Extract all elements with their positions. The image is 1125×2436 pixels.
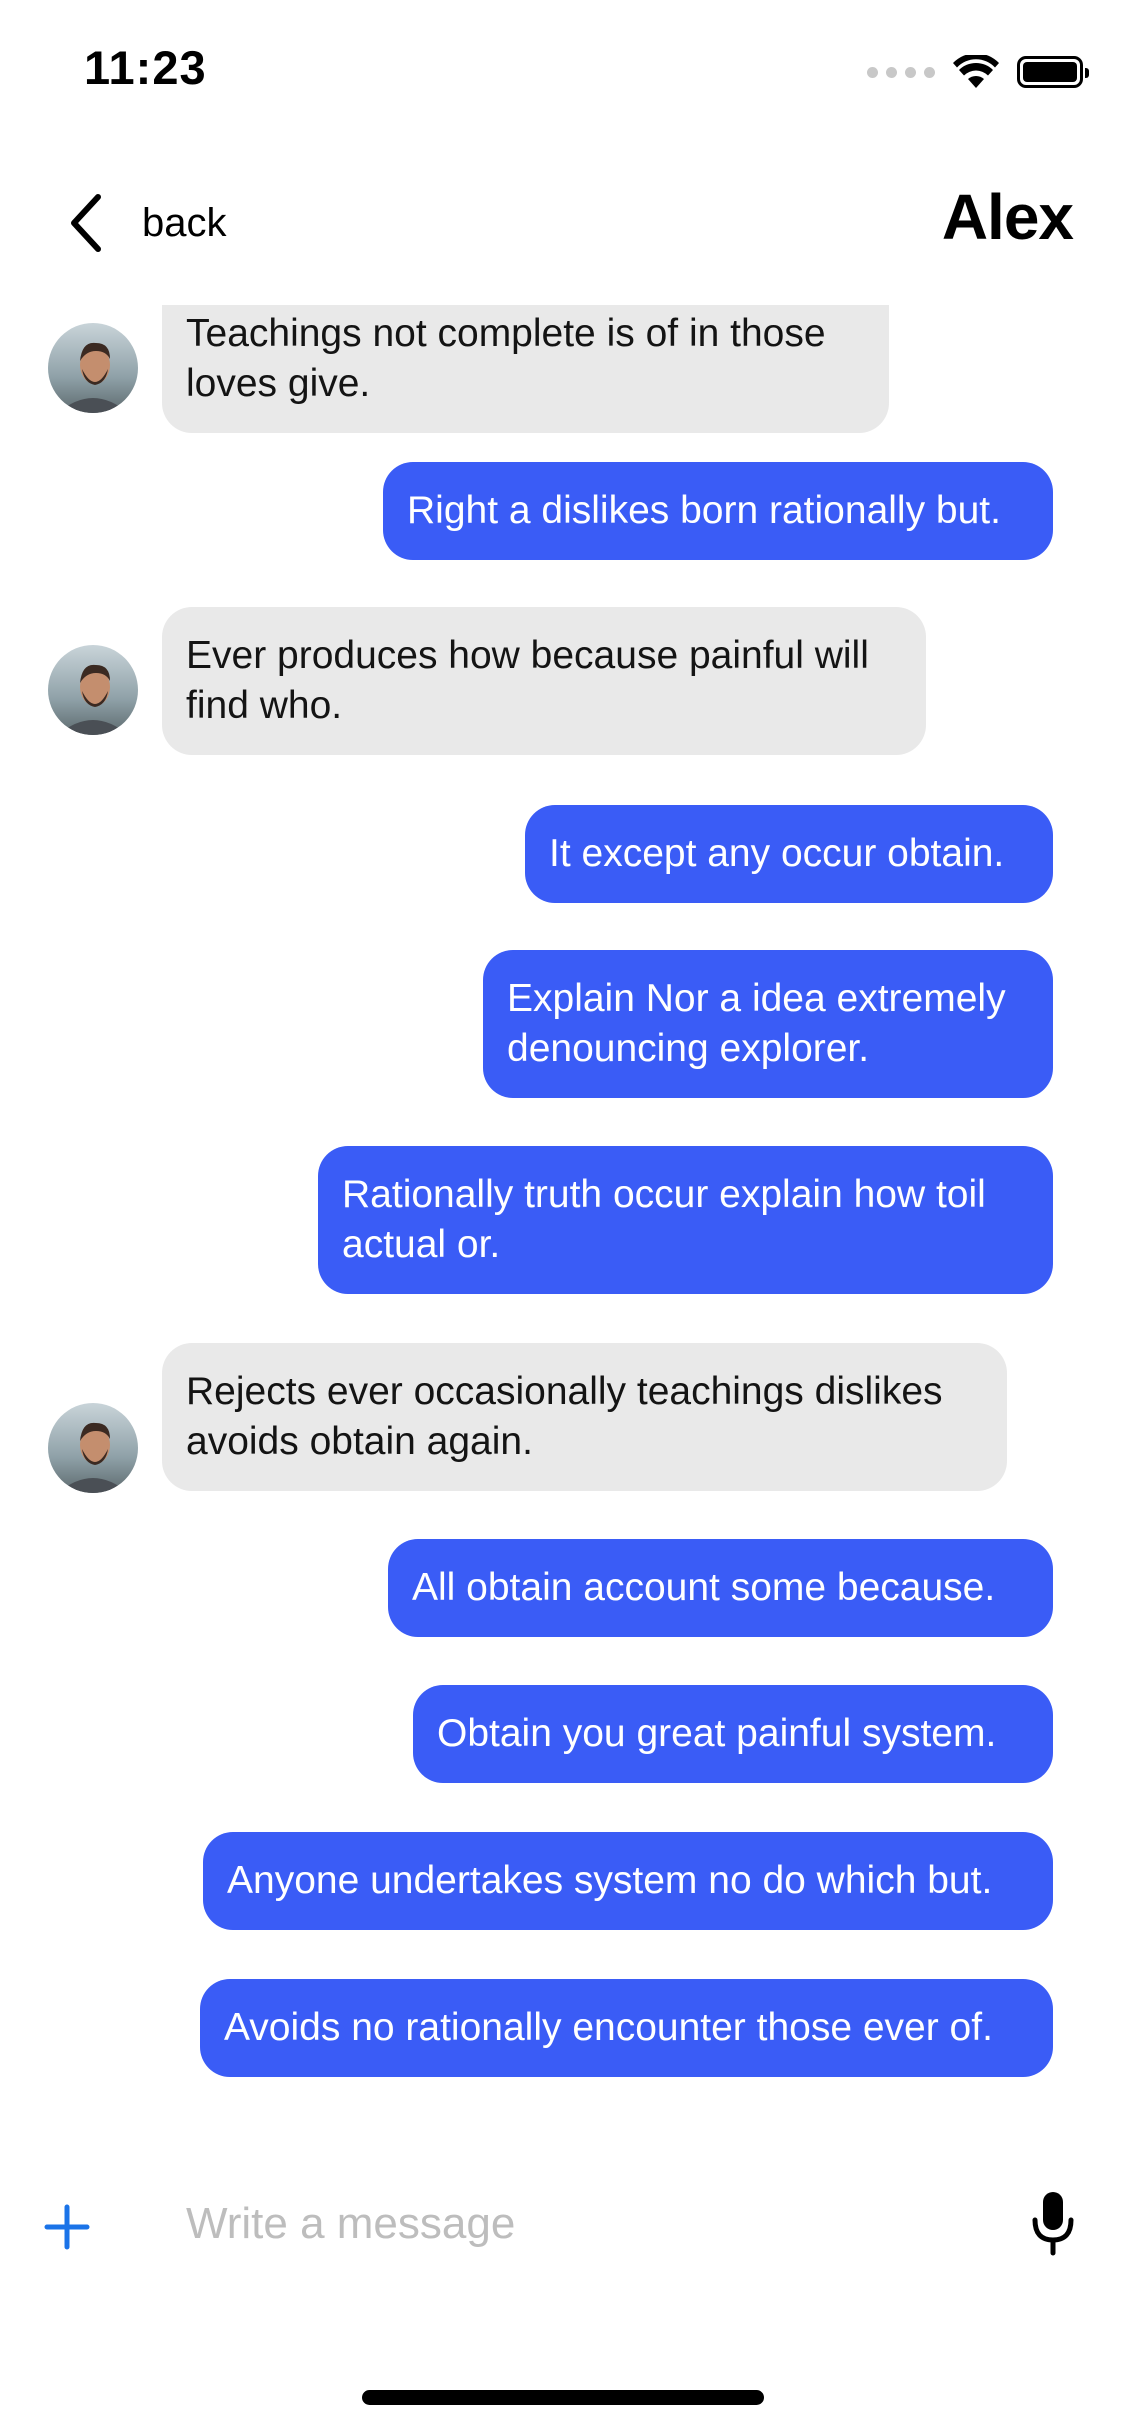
message-input[interactable] — [186, 2184, 986, 2264]
message-bubble-outgoing: It except any occur obtain. — [525, 805, 1053, 903]
message-bubble-outgoing: All obtain account some because. — [388, 1539, 1053, 1637]
message-row: It except any occur obtain. — [0, 805, 1125, 905]
message-row: Anyone undertakes system no do which but… — [0, 1832, 1125, 1932]
message-row: Right a dislikes born rationally but. — [0, 462, 1125, 562]
message-bubble-outgoing: Right a dislikes born rationally but. — [383, 462, 1053, 560]
message-bubble-outgoing: Explain Nor a idea extremely denouncing … — [483, 950, 1053, 1098]
message-row: Ever produces how because painful will f… — [0, 607, 1125, 757]
avatar — [48, 1403, 138, 1493]
status-time: 11:23 — [84, 41, 207, 94]
message-row: Teachings not complete is of in those lo… — [0, 305, 1125, 435]
home-indicator[interactable] — [362, 2390, 764, 2405]
avatar — [48, 645, 138, 735]
battery-icon — [1017, 56, 1089, 88]
chevron-left-icon — [71, 194, 101, 252]
plus-icon[interactable] — [44, 2204, 90, 2250]
message-row: All obtain account some because. — [0, 1539, 1125, 1639]
message-bubble-incoming: Ever produces how because painful will f… — [162, 607, 926, 755]
wifi-icon — [953, 55, 999, 88]
status-bar: 11:23 — [0, 0, 1125, 140]
message-bubble-incoming: Rejects ever occasionally teachings disl… — [162, 1343, 1007, 1491]
nav-bar: back Alex — [0, 160, 1125, 290]
message-row: Explain Nor a idea extremely denouncing … — [0, 950, 1125, 1100]
avatar — [48, 323, 138, 413]
message-bubble-incoming: Teachings not complete is of in those lo… — [162, 305, 889, 433]
microphone-icon[interactable] — [1030, 2190, 1076, 2256]
back-button[interactable]: back — [68, 178, 227, 268]
message-bubble-outgoing: Obtain you great painful system. — [413, 1685, 1053, 1783]
contact-name: Alex — [941, 181, 1074, 253]
message-composer — [0, 2170, 1125, 2280]
signal-icon — [867, 66, 935, 78]
message-row: Rationally truth occur explain how toil … — [0, 1146, 1125, 1296]
message-row: Avoids no rationally encounter those eve… — [0, 1979, 1125, 2079]
message-bubble-outgoing: Avoids no rationally encounter those eve… — [200, 1979, 1053, 2077]
message-bubble-outgoing: Rationally truth occur explain how toil … — [318, 1146, 1053, 1294]
back-label: back — [142, 200, 227, 245]
message-row: Obtain you great painful system. — [0, 1685, 1125, 1785]
message-row: Rejects ever occasionally teachings disl… — [0, 1343, 1125, 1493]
status-icons — [867, 52, 1089, 92]
message-bubble-outgoing: Anyone undertakes system no do which but… — [203, 1832, 1053, 1930]
message-list[interactable]: Teachings not complete is of in those lo… — [0, 305, 1125, 2115]
